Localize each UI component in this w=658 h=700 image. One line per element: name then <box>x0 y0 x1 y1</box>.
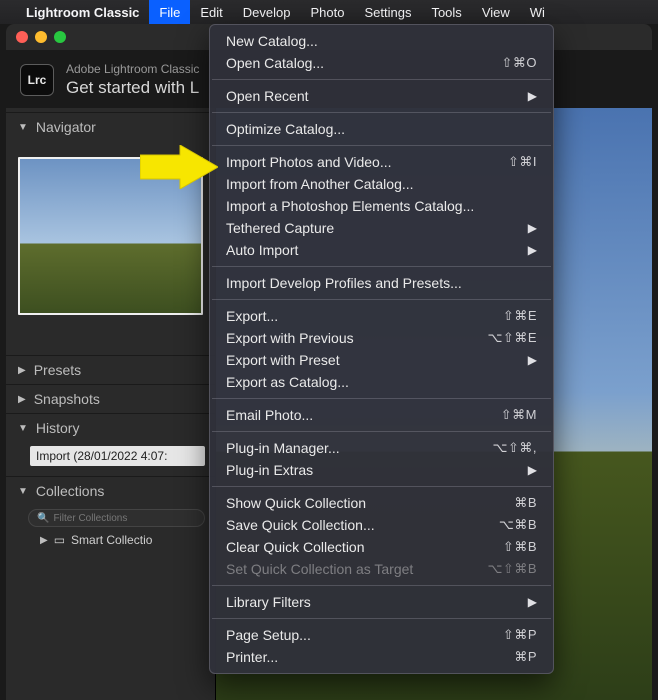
panel-history[interactable]: ▼ History <box>6 413 215 442</box>
menu-export-previous[interactable]: Export with Previous⌥⇧⌘E <box>210 327 553 349</box>
header-title: Get started with L <box>66 77 199 98</box>
history-item[interactable]: Import (28/01/2022 4:07: <box>30 446 205 466</box>
panel-label: Collections <box>36 483 104 499</box>
mac-menubar: Lightroom Classic File Edit Develop Phot… <box>0 0 658 24</box>
menu-export-catalog[interactable]: Export as Catalog... <box>210 371 553 393</box>
menu-window-truncated[interactable]: Wi <box>520 0 555 24</box>
panel-collections[interactable]: ▼ Collections <box>6 476 215 505</box>
smart-collections-label: Smart Collectio <box>71 533 152 547</box>
menu-library-filters[interactable]: Library Filters▶ <box>210 591 553 613</box>
menu-develop[interactable]: Develop <box>233 0 301 24</box>
menu-separator <box>212 618 551 619</box>
menu-edit[interactable]: Edit <box>190 0 232 24</box>
panel-presets[interactable]: ▶ Presets <box>6 355 215 384</box>
panel-navigator[interactable]: ▼ Navigator <box>6 112 215 141</box>
lrc-badge-icon: Lrc <box>20 64 54 96</box>
panel-label: Presets <box>34 362 81 378</box>
panel-label: Snapshots <box>34 391 100 407</box>
menu-set-quick-collection-target: Set Quick Collection as Target⌥⇧⌘B <box>210 558 553 580</box>
menu-separator <box>212 79 551 80</box>
chevron-right-icon: ▶ <box>528 463 537 477</box>
menu-photo[interactable]: Photo <box>300 0 354 24</box>
chevron-down-icon: ▼ <box>18 122 28 133</box>
menu-auto-import[interactable]: Auto Import▶ <box>210 239 553 261</box>
panel-label: History <box>36 420 80 436</box>
chevron-right-icon: ▶ <box>528 595 537 609</box>
menu-separator <box>212 398 551 399</box>
panel-label: Navigator <box>36 119 96 135</box>
menu-clear-quick-collection[interactable]: Clear Quick Collection⇧⌘B <box>210 536 553 558</box>
menu-open-recent[interactable]: Open Recent▶ <box>210 85 553 107</box>
chevron-right-icon: ▶ <box>528 353 537 367</box>
menu-import-another-catalog[interactable]: Import from Another Catalog... <box>210 173 553 195</box>
menu-plugin-extras[interactable]: Plug-in Extras▶ <box>210 459 553 481</box>
filter-collections-input[interactable]: 🔍 Filter Collections <box>28 509 205 527</box>
filter-placeholder: Filter Collections <box>53 513 127 524</box>
menu-tethered-capture[interactable]: Tethered Capture▶ <box>210 217 553 239</box>
menu-printer[interactable]: Printer...⌘P <box>210 646 553 668</box>
folder-icon: ▭ <box>54 533 65 547</box>
minimize-icon[interactable] <box>35 31 47 43</box>
menu-separator <box>212 486 551 487</box>
menu-open-catalog[interactable]: Open Catalog...⇧⌘O <box>210 52 553 74</box>
chevron-right-icon: ▶ <box>40 535 48 546</box>
menu-new-catalog[interactable]: New Catalog... <box>210 30 553 52</box>
chevron-down-icon: ▼ <box>18 486 28 497</box>
menu-email-photo[interactable]: Email Photo...⇧⌘M <box>210 404 553 426</box>
menu-separator <box>212 266 551 267</box>
smart-collections-item[interactable]: ▶ ▭ Smart Collectio <box>40 533 215 547</box>
chevron-down-icon: ▼ <box>18 423 28 434</box>
app-name[interactable]: Lightroom Classic <box>26 5 139 20</box>
panel-snapshots[interactable]: ▶ Snapshots <box>6 384 215 413</box>
menu-separator <box>212 299 551 300</box>
menu-optimize-catalog[interactable]: Optimize Catalog... <box>210 118 553 140</box>
navigator-preview[interactable] <box>18 157 203 315</box>
search-icon: 🔍 <box>37 513 49 524</box>
menu-page-setup[interactable]: Page Setup...⇧⌘P <box>210 624 553 646</box>
chevron-right-icon: ▶ <box>528 89 537 103</box>
menu-import-pse-catalog[interactable]: Import a Photoshop Elements Catalog... <box>210 195 553 217</box>
menu-save-quick-collection[interactable]: Save Quick Collection...⌥⌘B <box>210 514 553 536</box>
chevron-right-icon: ▶ <box>18 365 26 376</box>
menu-export[interactable]: Export...⇧⌘E <box>210 305 553 327</box>
menu-tools[interactable]: Tools <box>421 0 471 24</box>
close-icon[interactable] <box>16 31 28 43</box>
chevron-right-icon: ▶ <box>528 243 537 257</box>
menu-file[interactable]: File <box>149 0 190 24</box>
header-subtitle: Adobe Lightroom Classic <box>66 62 199 77</box>
chevron-right-icon: ▶ <box>18 394 26 405</box>
file-menu-dropdown: New Catalog... Open Catalog...⇧⌘O Open R… <box>209 24 554 674</box>
menu-view[interactable]: View <box>472 0 520 24</box>
menu-separator <box>212 585 551 586</box>
menu-show-quick-collection[interactable]: Show Quick Collection⌘B <box>210 492 553 514</box>
chevron-right-icon: ▶ <box>528 221 537 235</box>
menu-settings[interactable]: Settings <box>354 0 421 24</box>
left-sidebar: ▼ Navigator ▶ Presets ▶ Snapshots ▼ Hist… <box>6 108 216 700</box>
menu-import-photos-video[interactable]: Import Photos and Video...⇧⌘I <box>210 151 553 173</box>
zoom-icon[interactable] <box>54 31 66 43</box>
menu-separator <box>212 431 551 432</box>
menu-export-preset[interactable]: Export with Preset▶ <box>210 349 553 371</box>
menu-import-dev-profiles[interactable]: Import Develop Profiles and Presets... <box>210 272 553 294</box>
menu-separator <box>212 112 551 113</box>
menu-separator <box>212 145 551 146</box>
menu-plugin-manager[interactable]: Plug-in Manager...⌥⇧⌘, <box>210 437 553 459</box>
